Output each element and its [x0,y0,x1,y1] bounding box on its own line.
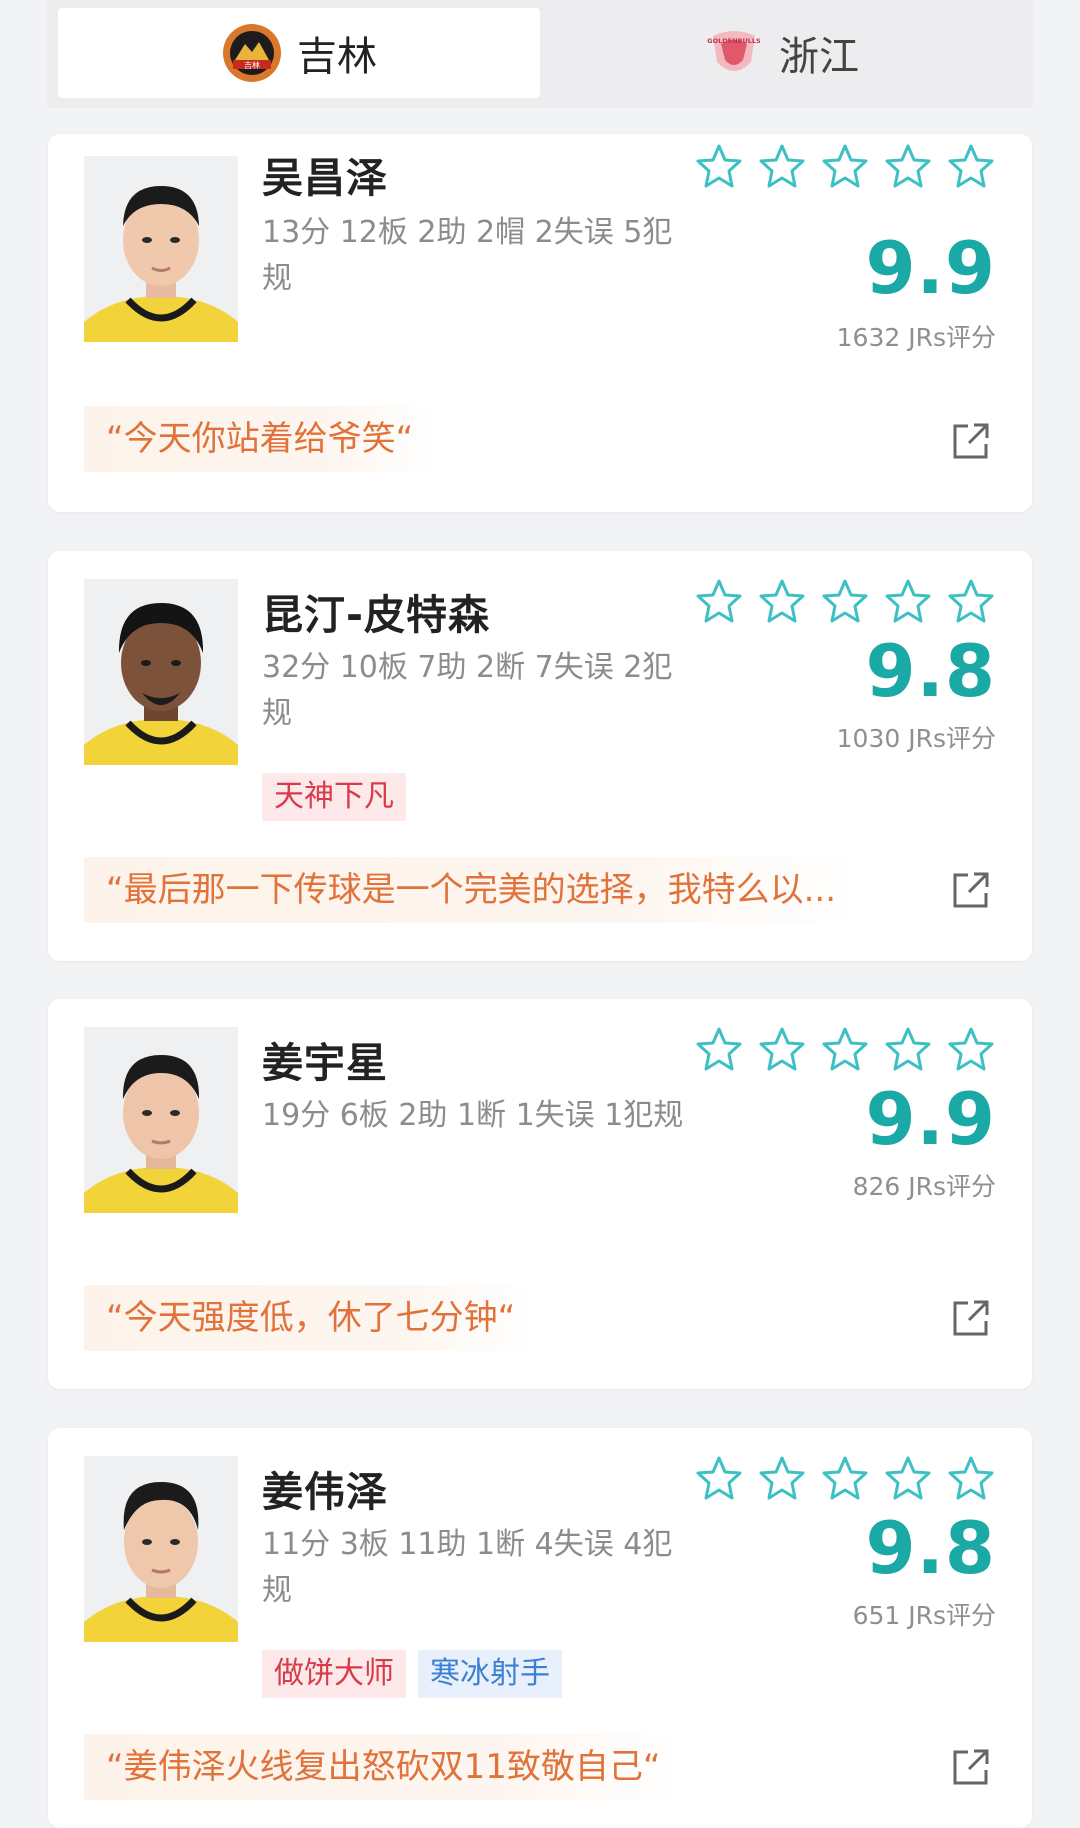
player-card: 姜宇星 19分 6板 2助 1断 1失误 1犯规 9.9 826 JRs评分 “… [48,999,1032,1389]
star-icon[interactable] [820,1025,870,1075]
star-icon[interactable] [757,577,807,627]
star-icon[interactable] [946,577,996,627]
vote-count: 651 JRs评分 [852,1601,996,1630]
player-quote[interactable]: “最后那一下传球是一个完美的选择，我特么以... [84,857,859,923]
star-icon[interactable] [883,1025,933,1075]
player-tag: 寒冰射手 [418,1650,562,1698]
player-quote[interactable]: “今天强度低，休了七分钟“ [84,1285,538,1351]
tab-zhejiang[interactable]: GOLDENBULLS 浙江 [540,8,1022,98]
rating-stars[interactable] [694,577,996,627]
team-tabs: 吉林 吉林 GOLDENBULLS 浙江 [46,0,1034,108]
share-icon[interactable] [950,869,992,911]
player-stats: 19分 6板 2助 1断 1失误 1犯规 [262,1098,684,1133]
player-quote[interactable]: “姜伟泽火线复出怒砍双11致敬自己“ [84,1734,683,1800]
svg-text:GOLDENBULLS: GOLDENBULLS [707,37,761,45]
star-icon[interactable] [946,1025,996,1075]
tag-list: 天神下凡 [262,773,406,821]
star-icon[interactable] [694,1025,744,1075]
player-score: 9.9 [865,1077,996,1161]
star-icon[interactable] [820,142,870,192]
player-avatar [84,1027,238,1213]
tab-jilin[interactable]: 吉林 吉林 [58,8,540,98]
share-icon[interactable] [950,1297,992,1339]
player-card: 吴昌泽 13分 12板 2助 2帽 2失误 5犯规 9.9 1632 JRs评分… [48,134,1032,512]
star-icon[interactable] [883,1454,933,1504]
vote-count: 1632 JRs评分 [836,323,996,352]
tag-list: 做饼大师 寒冰射手 [262,1650,562,1698]
star-icon[interactable] [694,1454,744,1504]
star-icon[interactable] [694,142,744,192]
player-photo [84,579,238,765]
tab-zhejiang-label: 浙江 [779,34,859,80]
player-stats: 11分 3板 11助 1断 4失误 4犯规 [262,1527,673,1608]
jilin-team-logo-icon: 吉林 [223,24,281,82]
player-name: 吴昌泽 [262,154,388,202]
player-avatar [84,1456,238,1642]
player-photo [84,1456,238,1642]
star-icon[interactable] [883,142,933,192]
star-icon[interactable] [820,1454,870,1504]
player-card: 姜伟泽 11分 3板 11助 1断 4失误 4犯规 做饼大师 寒冰射手 9.8 … [48,1428,1032,1828]
zhejiang-golden-bulls-logo-icon: GOLDENBULLS [707,31,761,71]
rating-stars[interactable] [694,142,996,192]
player-card: 昆汀-皮特森 32分 10板 7助 2断 7失误 2犯规 天神下凡 9.8 10… [48,551,1032,961]
player-stats: 32分 10板 7助 2断 7失误 2犯规 [262,650,673,731]
star-icon[interactable] [757,1454,807,1504]
rating-stars[interactable] [694,1025,996,1075]
player-stats: 13分 12板 2助 2帽 2失误 5犯规 [262,215,673,296]
star-icon[interactable] [757,1025,807,1075]
player-photo [84,1027,238,1213]
player-tag: 做饼大师 [262,1650,406,1698]
player-name: 姜宇星 [262,1039,388,1087]
vote-count: 826 JRs评分 [852,1172,996,1201]
player-score: 9.8 [865,1506,996,1590]
star-icon[interactable] [757,142,807,192]
player-avatar [84,579,238,765]
star-icon[interactable] [946,142,996,192]
vote-count: 1030 JRs评分 [836,724,996,753]
rating-stars[interactable] [694,1454,996,1504]
player-tag: 天神下凡 [262,773,406,821]
player-quote[interactable]: “今天你站着给爷笑“ [84,406,436,472]
svg-text:吉林: 吉林 [244,60,260,70]
star-icon[interactable] [946,1454,996,1504]
player-score: 9.9 [865,226,996,310]
share-icon[interactable] [950,1746,992,1788]
star-icon[interactable] [883,577,933,627]
star-icon[interactable] [694,577,744,627]
player-name: 昆汀-皮特森 [262,591,491,639]
player-photo [84,156,238,342]
star-icon[interactable] [820,577,870,627]
player-name: 姜伟泽 [262,1468,388,1516]
tab-jilin-label: 吉林 [297,34,377,80]
player-avatar [84,156,238,342]
share-icon[interactable] [950,420,992,462]
player-score: 9.8 [865,629,996,713]
